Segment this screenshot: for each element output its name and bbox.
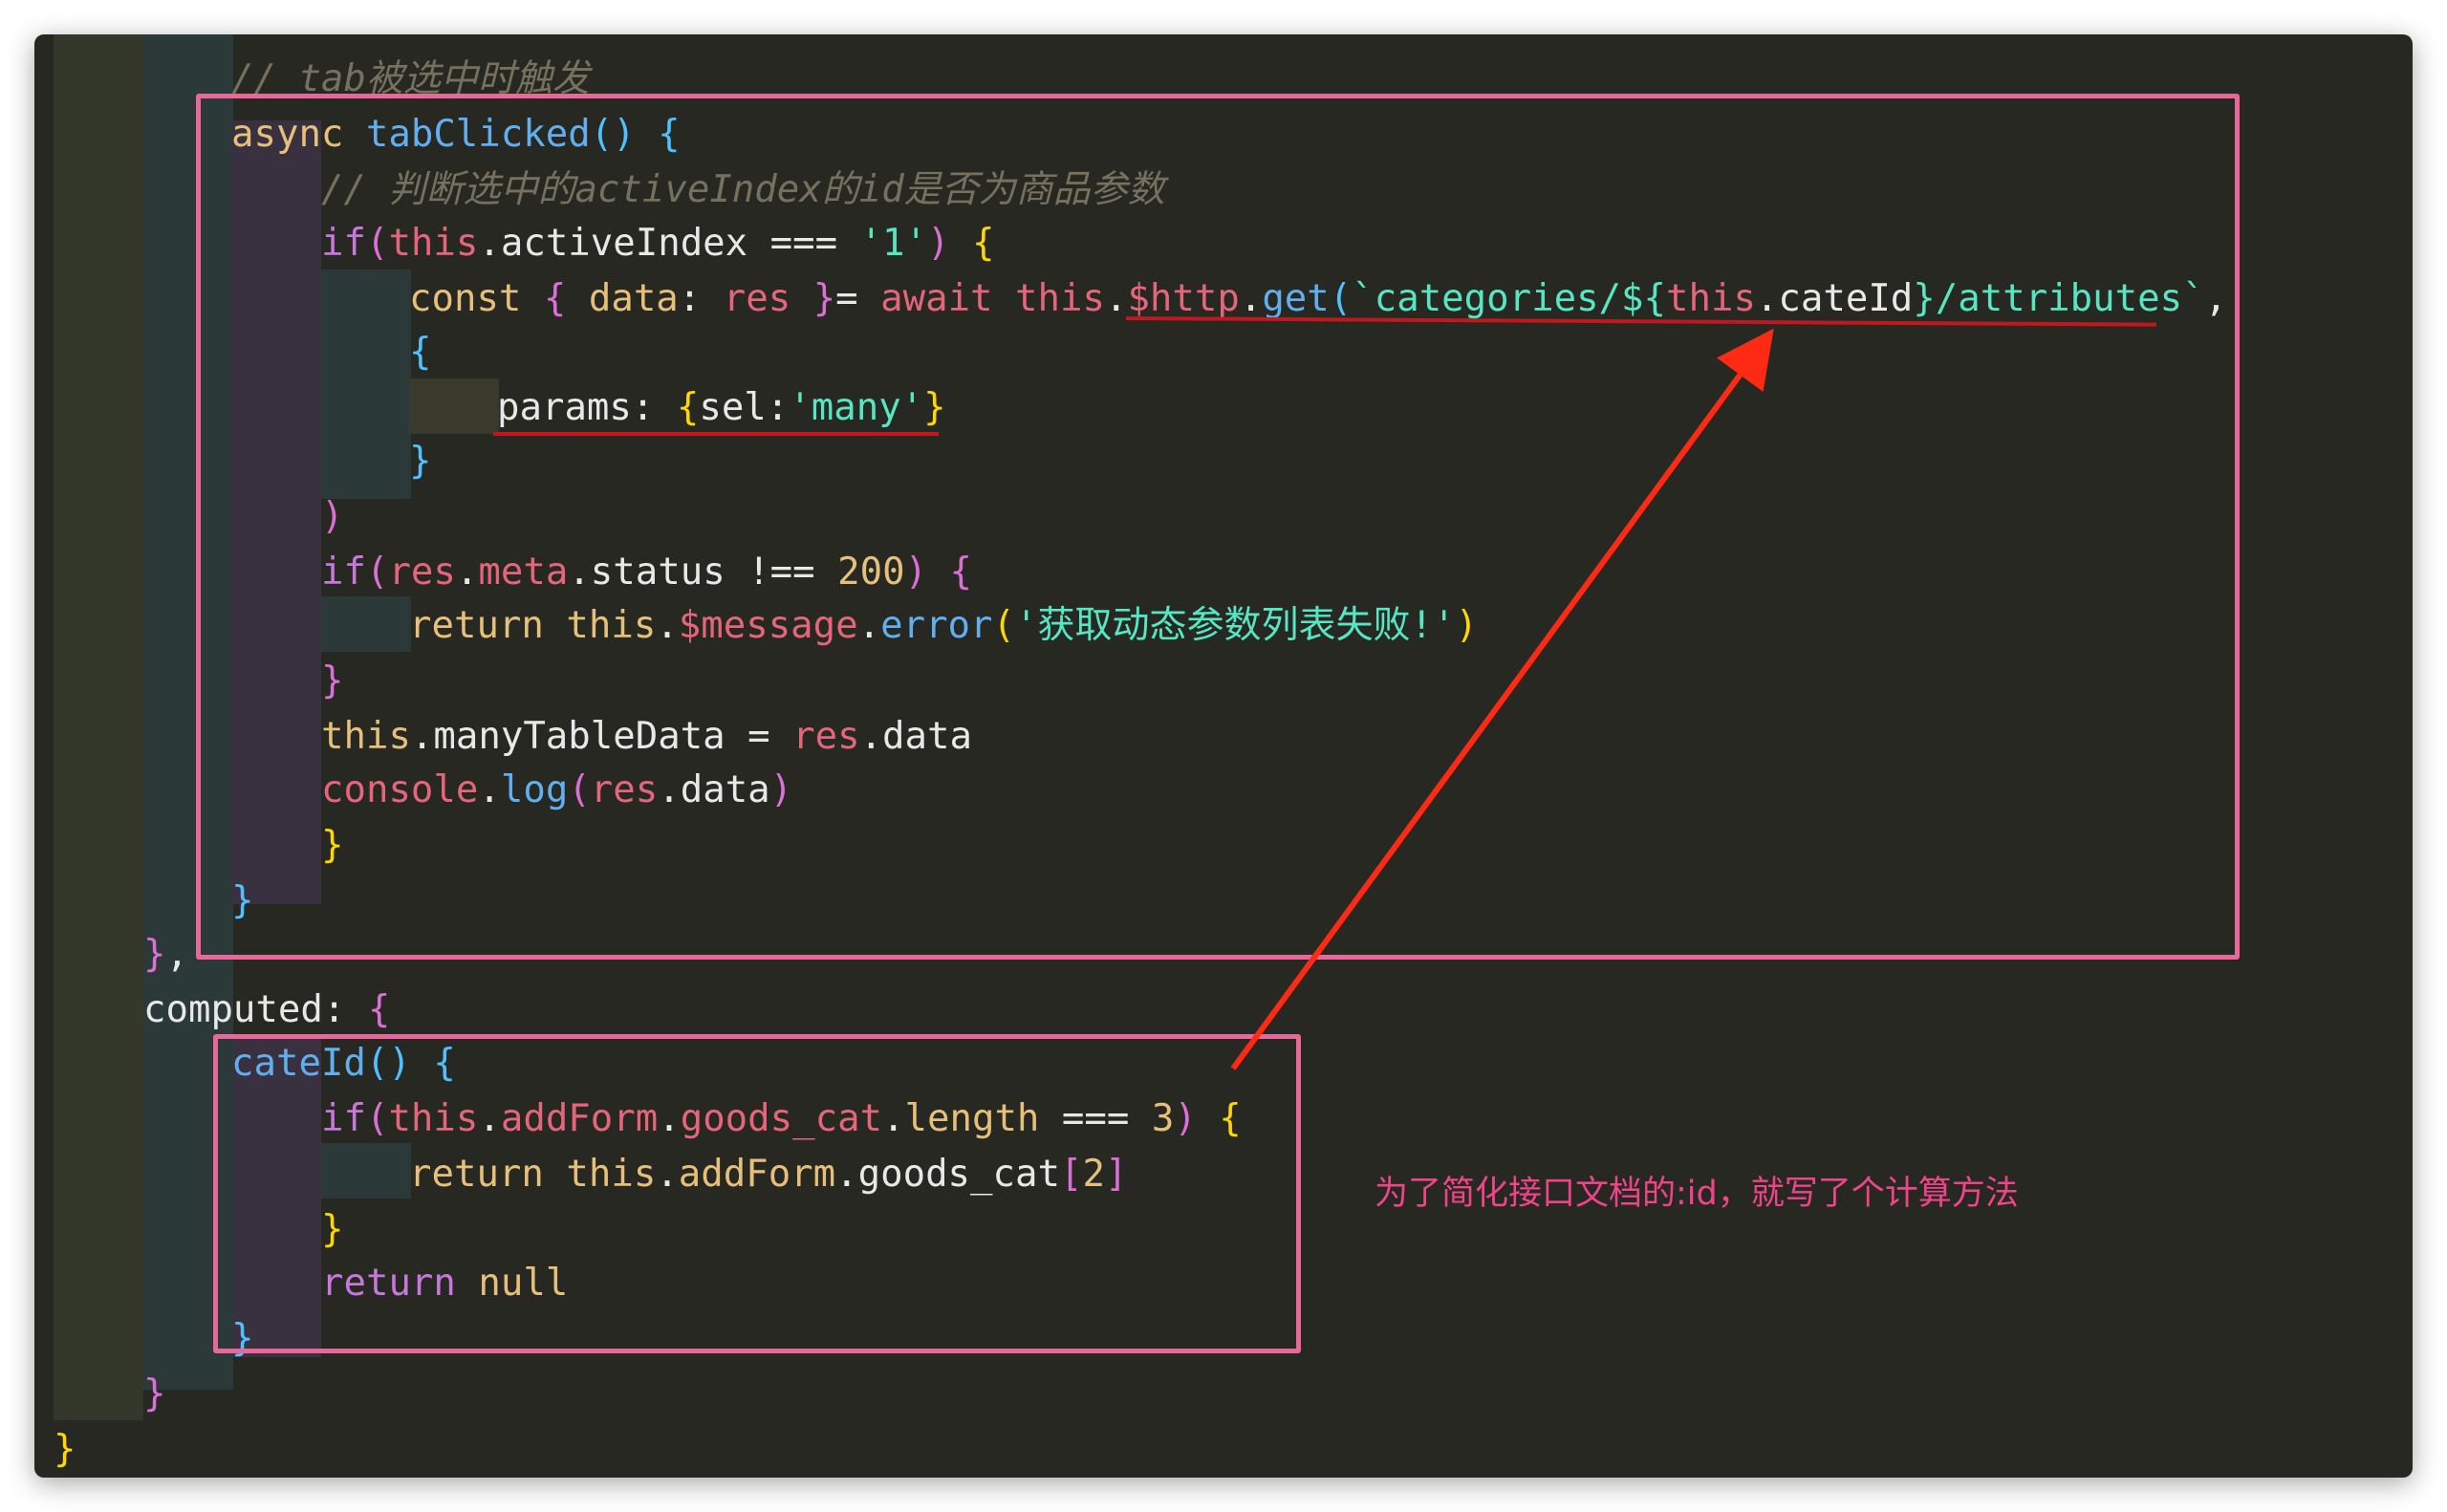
arrow-line <box>1230 328 1774 1070</box>
annotation-note: 为了简化接口文档的:id，就写了个计算方法 <box>1375 1175 2019 1213</box>
arrow-annotation <box>1230 328 1774 1070</box>
